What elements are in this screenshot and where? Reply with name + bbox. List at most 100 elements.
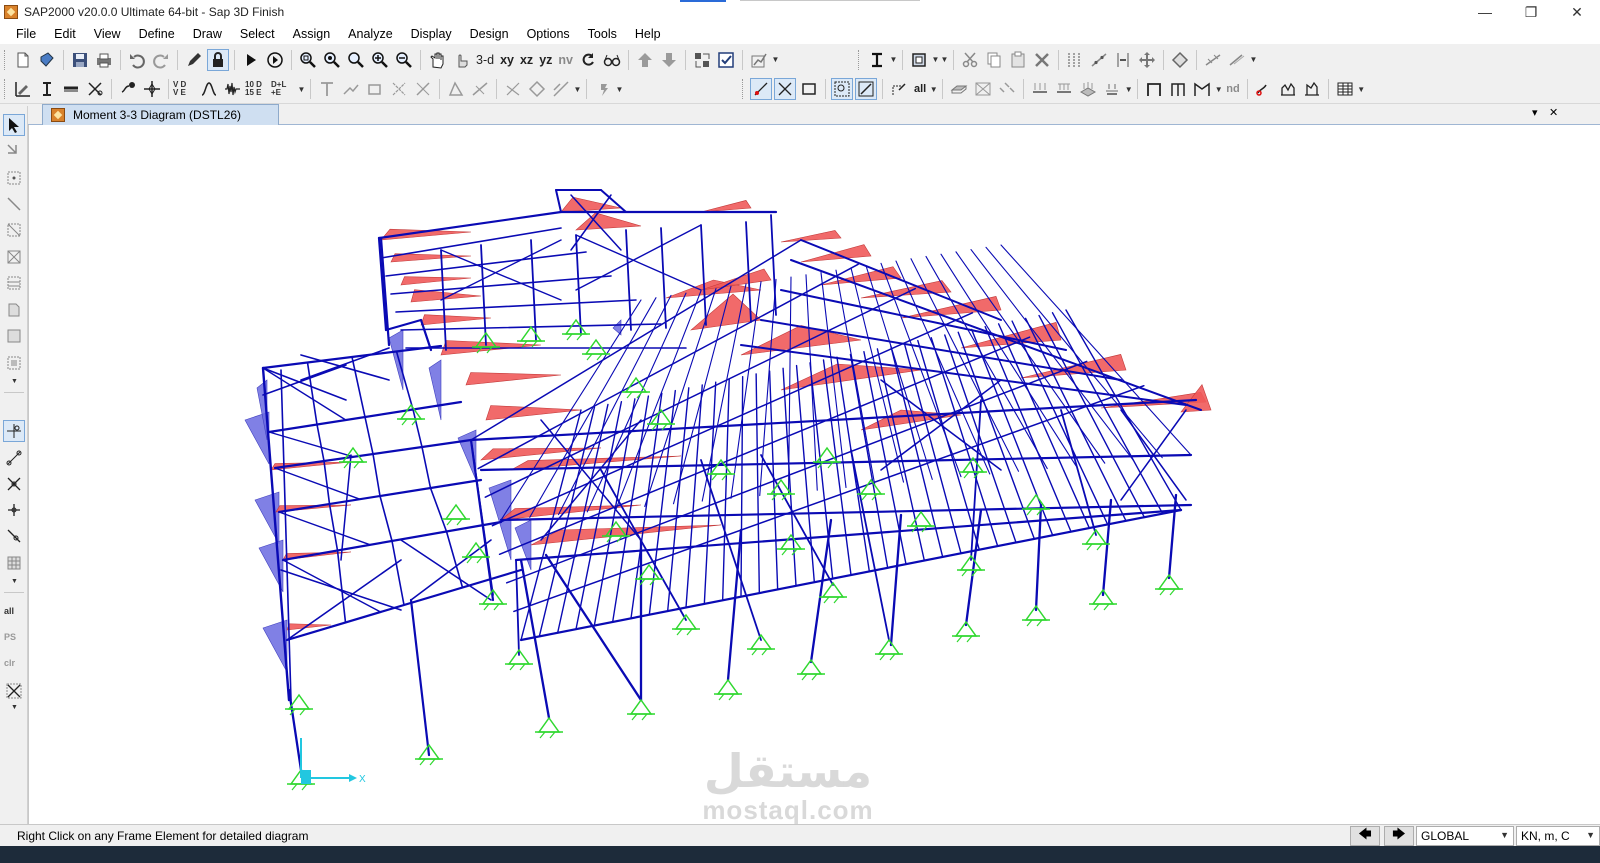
draw-quad-area-button[interactable] — [3, 246, 25, 268]
show-virtual-work-button[interactable] — [1301, 78, 1323, 100]
set-display-options-button[interactable] — [691, 49, 713, 71]
previous-view-button[interactable]: 🡄 — [1350, 826, 1380, 846]
close-window-button[interactable]: ✕ — [1549, 106, 1558, 119]
draw-link-button[interactable] — [412, 78, 434, 100]
load-combos-button[interactable]: V D V E — [173, 81, 197, 97]
restore-button[interactable]: ❐ — [1508, 0, 1554, 24]
move-button[interactable] — [1136, 49, 1158, 71]
draw-joint-button[interactable] — [3, 167, 25, 189]
rubber-band-zoom-button[interactable] — [450, 49, 472, 71]
frame-check-button[interactable] — [1167, 78, 1189, 100]
assign-area-mesh-button[interactable] — [972, 78, 994, 100]
model-view-canvas[interactable]: X — [28, 125, 1600, 825]
show-deformed-button[interactable] — [748, 49, 770, 71]
draw-frame-vertical-button[interactable] — [3, 193, 25, 215]
area-sections-define-button[interactable] — [60, 78, 82, 100]
snap-fine-grid-button[interactable] — [3, 552, 25, 574]
open-button[interactable] — [36, 49, 58, 71]
chevron-down-icon[interactable]: ▼ — [1214, 78, 1223, 100]
refresh-view-button[interactable] — [183, 49, 205, 71]
select-all-vertical-button[interactable]: all — [4, 606, 14, 616]
snap-to-lines-button[interactable] — [855, 78, 877, 100]
chevron-down-icon[interactable]: ▼ — [1124, 78, 1133, 100]
assign-frame-releases-button[interactable] — [948, 78, 970, 100]
move-up-button[interactable] — [634, 49, 656, 71]
menu-options[interactable]: Options — [518, 24, 579, 44]
zoom-out-button[interactable] — [393, 49, 415, 71]
divide-frames-button[interactable] — [1088, 49, 1110, 71]
snap-perpendicular-button[interactable] — [3, 499, 25, 521]
zoom-full-button[interactable] — [321, 49, 343, 71]
combo-dl-button[interactable]: D+L +E — [271, 81, 297, 97]
snap-points-vertical-button[interactable] — [3, 420, 25, 442]
perspective-toggle-button[interactable] — [601, 49, 623, 71]
intersecting-line-select-button[interactable] — [3, 680, 25, 702]
menu-edit[interactable]: Edit — [45, 24, 85, 44]
replicate-button[interactable] — [1064, 49, 1086, 71]
run-now-button[interactable] — [264, 49, 286, 71]
snap-intersections-button[interactable] — [3, 473, 25, 495]
edit-grid-button[interactable] — [12, 78, 34, 100]
redo-button[interactable] — [150, 49, 172, 71]
menu-tools[interactable]: Tools — [579, 24, 626, 44]
lock-model-button[interactable] — [207, 48, 229, 71]
nd-button[interactable]: nd — [1223, 78, 1242, 100]
paste-button[interactable] — [1007, 49, 1029, 71]
clear-selection-button[interactable]: clr — [4, 658, 15, 668]
menu-help[interactable]: Help — [626, 24, 670, 44]
select-polygon-button[interactable] — [888, 78, 910, 100]
chevron-down-icon[interactable]: ▼ — [615, 78, 624, 100]
menu-define[interactable]: Define — [130, 24, 184, 44]
quick-draw-area-button[interactable] — [526, 78, 548, 100]
draw-poly-area-button[interactable] — [3, 272, 25, 294]
quick-draw-brace-button[interactable] — [550, 78, 572, 100]
draw-dimension-button[interactable] — [3, 352, 25, 374]
snap-to-points-button[interactable] — [831, 78, 853, 100]
chevron-down-icon[interactable]: ▼ — [889, 49, 898, 71]
assign-frame-loads-button[interactable] — [1029, 78, 1051, 100]
chevron-down-icon[interactable]: ▼ — [929, 78, 938, 100]
draw-frame-button[interactable] — [316, 78, 338, 100]
undo-button[interactable] — [126, 49, 148, 71]
join-frames-button[interactable] — [1112, 49, 1134, 71]
next-view-button[interactable]: 🡆 — [1384, 826, 1414, 846]
draw-cable-button[interactable] — [340, 78, 362, 100]
coordinate-system-select[interactable]: GLOBAL ▼ — [1416, 826, 1514, 846]
draw-tendon-button[interactable] — [469, 78, 491, 100]
show-area-sections-button[interactable] — [908, 49, 930, 71]
response-spectrum-button[interactable] — [222, 78, 244, 100]
extrude-button[interactable] — [1226, 49, 1248, 71]
assign-joint-loads-button[interactable] — [996, 78, 1018, 100]
load-cases-button[interactable] — [141, 78, 163, 100]
chevron-down-icon[interactable]: ▼ — [573, 78, 582, 100]
units-select[interactable]: KN, m, C ▼ — [1516, 826, 1600, 846]
show-checked-button[interactable] — [715, 49, 737, 71]
chevron-down-icon[interactable]: ▼ — [931, 49, 940, 71]
combo-d-button[interactable]: 10 D 15 E — [245, 81, 271, 97]
previous-selection-button[interactable]: PS — [4, 632, 16, 642]
quick-draw-frame-button[interactable] — [502, 78, 524, 100]
select-all-text-button[interactable]: all — [911, 78, 929, 100]
show-tables-button[interactable] — [1334, 78, 1356, 100]
load-patterns-button[interactable] — [117, 78, 139, 100]
chevron-down-icon[interactable]: ▼ — [1249, 49, 1258, 71]
close-button[interactable]: ✕ — [1554, 0, 1600, 24]
align-points-button[interactable] — [1202, 49, 1224, 71]
minimize-button[interactable]: — — [1462, 0, 1508, 24]
link-properties-button[interactable] — [84, 78, 106, 100]
reshape-tool-button[interactable] — [3, 140, 25, 162]
chevron-down-icon[interactable]: ▼ — [11, 378, 18, 385]
move-down-button[interactable] — [658, 49, 680, 71]
tab-moment-diagram[interactable]: Moment 3-3 Diagram (DSTL26) — [42, 104, 279, 125]
view-yz-button[interactable]: yz — [536, 49, 555, 71]
draw-special-joint-button[interactable] — [592, 78, 614, 100]
pointer-tool-button[interactable] — [3, 114, 25, 136]
chevron-down-icon[interactable]: ▼ — [940, 49, 949, 71]
zoom-previous-button[interactable] — [345, 49, 367, 71]
assign-area-loads-button[interactable] — [1077, 78, 1099, 100]
frame-results-button[interactable] — [1191, 78, 1213, 100]
draw-section-cut-button[interactable] — [3, 325, 25, 347]
chevron-down-icon[interactable]: ▼ — [1357, 78, 1366, 100]
draw-rect-area-button[interactable] — [3, 219, 25, 241]
view-xy-button[interactable]: xy — [497, 49, 517, 71]
